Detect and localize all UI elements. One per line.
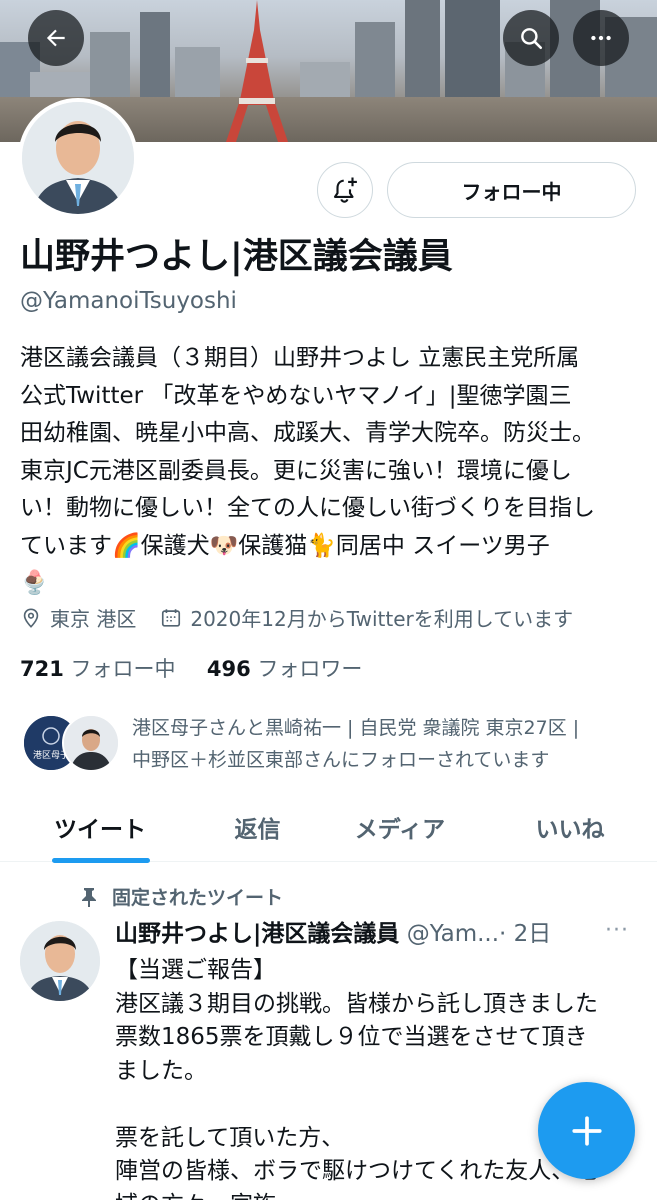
arrow-left-icon [46, 29, 65, 47]
tweet-header: 山野井つよし|港区議会議員 @Yam...· 2日 [115, 916, 635, 952]
bio-line: 田幼稚園、暁星小中高、成蹊大、青学大院卒。防災士。 [20, 420, 595, 446]
compose-tweet-button[interactable] [538, 1082, 635, 1179]
followed-by-line: 中野区＋杉並区東部さんにフォローされています [132, 749, 550, 771]
followed-by-section[interactable]: 港区母子 港区母子さんと黒崎祐一 | 自民党 衆議院 東京27区 | 中野区＋杉… [22, 712, 642, 776]
avatar-photo [20, 921, 100, 1001]
bio-line: い！動物に優しい！全ての人に優しい街づくりを目指し [20, 495, 595, 521]
followers-link[interactable]: 496 フォロワー [207, 657, 363, 681]
tokyo-tower-image [226, 0, 288, 142]
tweet-author-name[interactable]: 山野井つよし|港区議会議員 [115, 921, 399, 947]
profile-display-name: 山野井つよし|港区議会議員 [20, 237, 453, 277]
back-button[interactable] [28, 10, 84, 66]
bio-line: 公式Twitter 「改革をやめないヤマノイ」|聖徳学園三 [20, 382, 572, 409]
pin-icon [82, 887, 96, 907]
tab-likes[interactable]: いいね [495, 792, 645, 862]
notify-button[interactable] [317, 162, 373, 218]
active-tab-indicator [52, 858, 150, 863]
pinned-label: 固定されたツイート [80, 883, 283, 910]
profile-avatar[interactable] [18, 98, 138, 218]
followed-by-line: 港区母子さんと黒崎祐一 | 自民党 衆議院 東京27区 | [132, 717, 580, 739]
tweet-author-handle[interactable]: @Yam... [407, 921, 499, 947]
search-icon [521, 28, 543, 50]
bio-line: ています🌈保護犬🐶保護猫🐈同居中 スイーツ男子 [20, 532, 550, 559]
tweet-line: ました。 [115, 1057, 207, 1084]
tweet-line: 票数1865票を頂戴し９位で当選をさせて頂き [115, 1024, 588, 1050]
tweet-time[interactable]: · 2日 [499, 921, 551, 947]
following-button[interactable]: フォロー中 [387, 162, 636, 218]
tweet-line: 港区議３期目の挑戦。皆様から託し頂きました [115, 990, 598, 1017]
followed-by-text: 港区母子さんと黒崎祐一 | 自民党 衆議院 東京27区 | 中野区＋杉並区東部さ… [132, 712, 642, 776]
more-button[interactable] [573, 10, 629, 66]
search-button[interactable] [503, 10, 559, 66]
tab-media[interactable]: メディア [330, 792, 470, 862]
pinned-label-text: 固定されたツイート [112, 887, 284, 909]
tweet-author-avatar[interactable] [20, 921, 100, 1001]
profile-bio: 港区議会議員（３期目）山野井つよし 立憲民主党所属 公式Twitter 「改革を… [20, 340, 640, 603]
following-count: 721 [20, 657, 64, 681]
tweet-more-icon[interactable]: ··· [605, 918, 629, 943]
profile-tabs: ツイート 返信 メディア いいね [0, 792, 657, 862]
location-text: 東京 港区 [50, 607, 137, 631]
following-label: フォロー中 [70, 657, 176, 681]
follower-avatar-2 [62, 714, 120, 772]
bio-line: 東京JC元港区副委員長。更に災害に強い！環境に優し [20, 457, 572, 484]
follow-counts: 721 フォロー中 496 フォロワー [20, 653, 362, 683]
join-date: 2020年12月からTwitterを利用しています [160, 603, 573, 632]
profile-handle: @YamanoiTsuyoshi [20, 288, 237, 314]
location-pin-icon [23, 607, 39, 628]
location: 東京 港区 [20, 603, 136, 632]
tweet-line: 【当選ご報告】 [115, 957, 276, 983]
bio-line: 🍨 [20, 570, 49, 596]
bell-plus-icon [333, 177, 357, 203]
more-horizontal-icon [591, 35, 611, 41]
followers-label: フォロワー [257, 657, 363, 681]
tab-replies[interactable]: 返信 [180, 792, 335, 862]
followers-count: 496 [206, 657, 251, 681]
bio-line: 港区議会議員（３期目）山野井つよし 立憲民主党所属 [20, 345, 580, 371]
tab-tweets[interactable]: ツイート [20, 792, 180, 862]
tweet-line: 域の方々、家族 [115, 1189, 640, 1200]
join-date-text: 2020年12月からTwitterを利用しています [190, 607, 574, 631]
profile-meta: 東京 港区 2020年12月からTwitterを利用しています [20, 603, 597, 632]
avatar-photo [22, 102, 134, 214]
calendar-icon [162, 608, 181, 627]
following-link[interactable]: 721 フォロー中 [20, 657, 176, 681]
plus-icon [571, 1115, 602, 1146]
